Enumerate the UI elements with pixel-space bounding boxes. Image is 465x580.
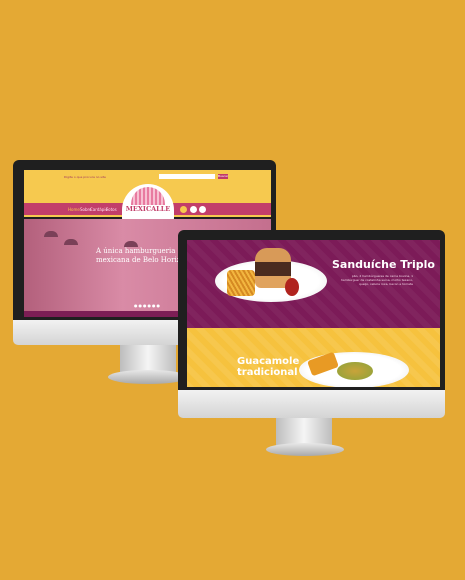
guacamole (337, 362, 373, 380)
monitor-base (108, 370, 188, 384)
search-button[interactable]: Buscar (218, 174, 228, 179)
dish1-title: Sanduíche Triplo (332, 258, 435, 271)
search-label: Digite o que procura no site (64, 175, 106, 179)
nav-fotos[interactable]: Fotos (106, 207, 117, 212)
website-menu: Sanduíche Triplo pão, 2 hambúrgueres de … (187, 240, 440, 387)
carousel-dots[interactable]: ●●●●●● (134, 303, 161, 308)
facebook-icon[interactable] (199, 206, 206, 213)
dish1-desc: pão, 2 hambúrgueres de carne bovina, 1 h… (340, 274, 413, 286)
sauce (285, 278, 299, 296)
monitor-base (266, 443, 344, 456)
logo-text: MEXICALLE (125, 205, 171, 213)
location-icon[interactable] (180, 206, 187, 213)
sun-icon (131, 187, 165, 205)
lamp (44, 231, 58, 237)
monitor-chin (178, 390, 445, 418)
instagram-icon[interactable] (190, 206, 197, 213)
dish2-title: Guacamole tradicional (237, 356, 300, 378)
nav-home[interactable]: Home (68, 207, 80, 212)
search-input[interactable] (159, 174, 215, 179)
fries (227, 270, 255, 296)
lamp (64, 239, 78, 245)
